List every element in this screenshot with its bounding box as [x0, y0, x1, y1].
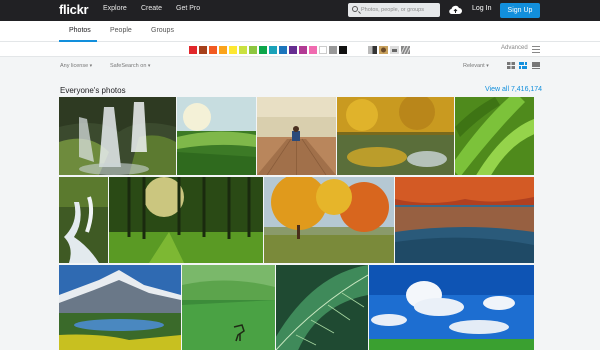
photo-sunlit-forest[interactable] [109, 177, 263, 263]
nav-get-pro[interactable]: Get Pro [176, 5, 200, 12]
color-swatch[interactable] [279, 46, 287, 54]
color-swatch[interactable] [299, 46, 307, 54]
color-swatch[interactable] [259, 46, 267, 54]
nav-create[interactable]: Create [141, 5, 162, 12]
black-and-white-filter-icon [368, 46, 377, 54]
photo-mountain-lake[interactable] [59, 265, 181, 350]
sort-dropdown[interactable]: Relevant ▾ [463, 63, 489, 69]
color-swatch[interactable] [209, 46, 217, 54]
filter-bar: Advanced [0, 42, 600, 57]
color-swatch[interactable] [189, 46, 197, 54]
style-filters [368, 46, 410, 54]
tab-photos[interactable]: Photos [69, 27, 91, 34]
nav-explore[interactable]: Explore [103, 5, 127, 12]
search-tabs: Photos People Groups [0, 21, 600, 42]
photo-blue-sky-clouds[interactable] [369, 265, 534, 350]
search-icon[interactable] [352, 6, 358, 12]
photo-waterfall-stream[interactable] [59, 177, 108, 263]
tab-people[interactable]: People [110, 27, 132, 34]
license-dropdown[interactable]: Any license ▾ [60, 63, 92, 69]
patterns-filter-icon [400, 46, 410, 54]
flickr-logo[interactable]: flickr [59, 2, 89, 17]
grid-view-icon[interactable] [507, 62, 515, 69]
upload-cloud-icon[interactable] [449, 4, 462, 16]
photo-person-on-pier[interactable] [257, 97, 336, 175]
advanced-filters-link[interactable]: Advanced [501, 45, 528, 51]
color-swatch[interactable] [249, 46, 257, 54]
color-swatch[interactable] [309, 46, 317, 54]
tab-groups[interactable]: Groups [151, 27, 174, 34]
justified-view-icon[interactable] [519, 62, 527, 69]
color-swatch[interactable] [239, 46, 247, 54]
advanced-menu-icon[interactable] [532, 46, 540, 53]
color-swatch[interactable] [319, 46, 327, 54]
color-swatch[interactable] [269, 46, 277, 54]
photo-autumn-lake-reflection[interactable] [395, 177, 534, 263]
photo-autumn-tree-park[interactable] [264, 177, 394, 263]
color-swatch[interactable] [339, 46, 347, 54]
color-swatch[interactable] [329, 46, 337, 54]
photo-leaf-macro[interactable] [276, 265, 368, 350]
color-swatch[interactable] [229, 46, 237, 54]
safesearch-dropdown[interactable]: SafeSearch on ▾ [110, 63, 150, 69]
color-swatch[interactable] [199, 46, 207, 54]
login-link[interactable]: Log In [472, 5, 491, 12]
signup-button[interactable]: Sign Up [500, 3, 540, 18]
color-swatch[interactable] [219, 46, 227, 54]
photo-waterfall-moss[interactable] [59, 97, 176, 175]
section-title: Everyone's photos [60, 86, 126, 95]
view-all-link[interactable]: View all 7,416,174 [485, 86, 542, 93]
search-box[interactable] [348, 3, 440, 17]
color-swatch[interactable] [289, 46, 297, 54]
chevron-down-icon: ▾ [486, 63, 489, 69]
photo-green-field-sunlit[interactable] [177, 97, 256, 175]
minimalist-filter-icon [390, 46, 399, 54]
chevron-down-icon: ▾ [147, 63, 151, 69]
top-bar: flickr Explore Create Get Pro Log In Sig… [0, 0, 600, 21]
search-input[interactable] [361, 4, 439, 16]
photo-deer-in-meadow[interactable] [182, 265, 275, 350]
photo-green-leaves-closeup[interactable] [455, 97, 534, 175]
photo-autumn-reflection[interactable] [337, 97, 454, 175]
list-view-icon[interactable] [532, 62, 540, 69]
depth-of-field-filter-icon [379, 46, 388, 54]
chevron-down-icon: ▾ [89, 63, 93, 69]
